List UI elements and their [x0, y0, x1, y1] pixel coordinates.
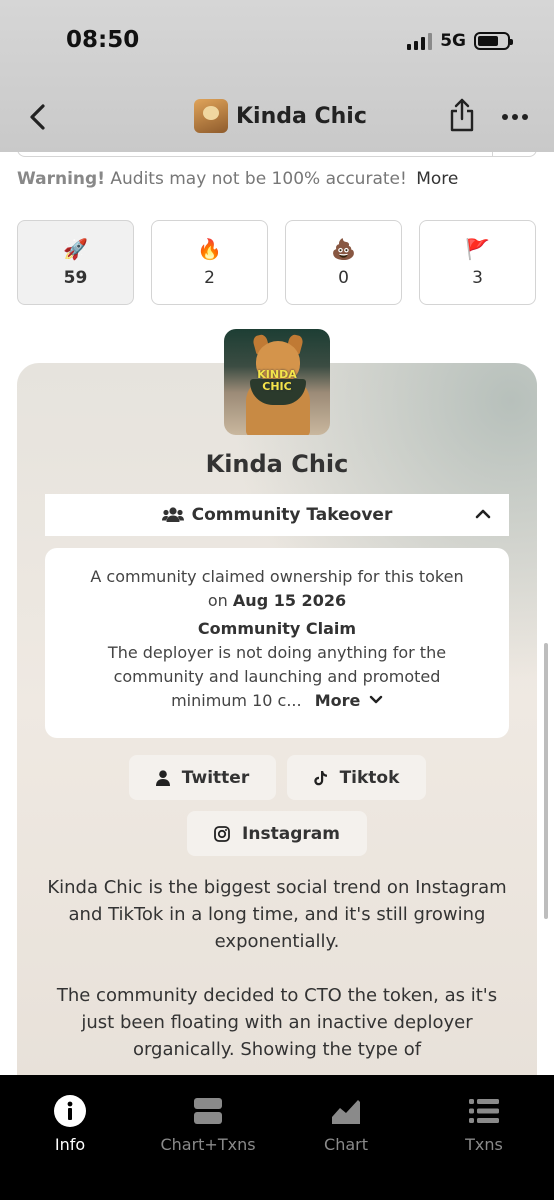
tab-chart[interactable]: Chart [286, 1095, 406, 1154]
rocket-count: 59 [63, 267, 88, 288]
poop-icon: 💩 [331, 236, 356, 261]
token-image: KINDA CHIC [224, 329, 330, 435]
area-chart-icon [332, 1100, 360, 1124]
rocket-icon: 🚀 [63, 236, 88, 261]
tab-info-label: Info [54, 1135, 86, 1154]
page-title: Kinda Chic [236, 103, 367, 129]
share-button[interactable] [448, 97, 476, 133]
list-icon [469, 1099, 499, 1123]
scrollbar[interactable] [544, 643, 548, 919]
token-description: Kinda Chic is the biggest social trend o… [45, 874, 509, 1063]
flag-icon: 🚩 [465, 236, 490, 261]
battery-icon [474, 32, 513, 50]
tab-txns-label: Txns [465, 1135, 503, 1154]
info-icon [54, 1095, 86, 1127]
fire-vote-button[interactable]: 🔥 2 [151, 220, 268, 305]
claim-title: Community Claim [197, 619, 357, 638]
flag-count: 3 [472, 267, 483, 288]
audit-warning: Warning! Audits may not be 100% accurate… [17, 169, 458, 189]
claim-desc-3-line: minimum 10 c... More [45, 689, 509, 713]
description-paragraph: Kinda Chic is the biggest social trend o… [47, 877, 507, 952]
back-button[interactable] [24, 100, 54, 134]
instagram-icon [214, 825, 230, 842]
user-icon [155, 769, 170, 786]
twitter-label: Twitter [181, 767, 250, 788]
app-header: 08:50 5G Kinda Chic [0, 0, 554, 152]
twitter-link-button[interactable]: Twitter [129, 755, 276, 800]
claim-desc-3: minimum 10 c... [171, 691, 302, 710]
instagram-label: Instagram [242, 823, 340, 844]
token-avatar [194, 99, 228, 133]
tiktok-label: Tiktok [339, 767, 400, 788]
tab-chart-txns-label: Chart+Txns [160, 1135, 256, 1154]
chevron-up-icon [475, 509, 491, 519]
instagram-link-button[interactable]: Instagram [187, 811, 367, 856]
poop-vote-button[interactable]: 💩 0 [285, 220, 402, 305]
poop-count: 0 [338, 267, 349, 288]
token-image-text: KINDA CHIC [257, 368, 297, 393]
description-paragraph: The community decided to CTO the token, … [56, 985, 498, 1060]
chevron-down-icon [369, 695, 383, 704]
claim-desc-2: community and launching and promoted [113, 667, 441, 686]
rocket-vote-button[interactable]: 🚀 59 [17, 220, 134, 305]
share-icon [450, 98, 474, 132]
claim-date: Aug 15 2026 [232, 591, 347, 610]
claim-desc-1: The deployer is not doing anything for t… [107, 643, 447, 662]
nav-title-group: Kinda Chic [194, 99, 367, 133]
fire-icon: 🔥 [197, 236, 222, 261]
tiktok-icon [313, 770, 327, 785]
community-takeover-label: Community Takeover [191, 505, 393, 525]
token-name: Kinda Chic [205, 450, 349, 478]
split-view-icon [194, 1098, 222, 1124]
chevron-left-icon [30, 104, 45, 130]
fire-count: 2 [204, 267, 215, 288]
flag-vote-button[interactable]: 🚩 3 [419, 220, 536, 305]
network-type: 5G [440, 31, 466, 51]
status-indicators: 5G [407, 31, 513, 51]
users-icon [161, 507, 184, 522]
ellipsis-icon [502, 114, 528, 120]
tab-chart-label: Chart [324, 1135, 368, 1154]
community-takeover-toggle[interactable]: Community Takeover [45, 494, 509, 536]
warning-prefix: Warning! [17, 169, 105, 189]
warning-text: Audits may not be 100% accurate! [110, 169, 407, 189]
more-options-button[interactable] [500, 103, 530, 131]
claim-text: A community claimed ownership for this t… [90, 567, 464, 586]
claim-date-line: on Aug 15 2026 [207, 591, 347, 610]
claim-more-button[interactable]: More [315, 691, 383, 710]
tiktok-link-button[interactable]: Tiktok [287, 755, 426, 800]
bottom-tab-bar: Info Chart+Txns Chart Txns [0, 1075, 554, 1200]
warning-more-link[interactable]: More [416, 169, 458, 189]
signal-icon [407, 32, 433, 50]
community-claim-panel: A community claimed ownership for this t… [45, 548, 509, 738]
tab-info[interactable]: Info [10, 1095, 130, 1154]
status-time: 08:50 [66, 27, 140, 53]
reaction-stats: 🚀 59 🔥 2 💩 0 🚩 3 [17, 220, 536, 305]
tab-chart-txns[interactable]: Chart+Txns [148, 1095, 268, 1154]
tab-txns[interactable]: Txns [424, 1095, 544, 1154]
